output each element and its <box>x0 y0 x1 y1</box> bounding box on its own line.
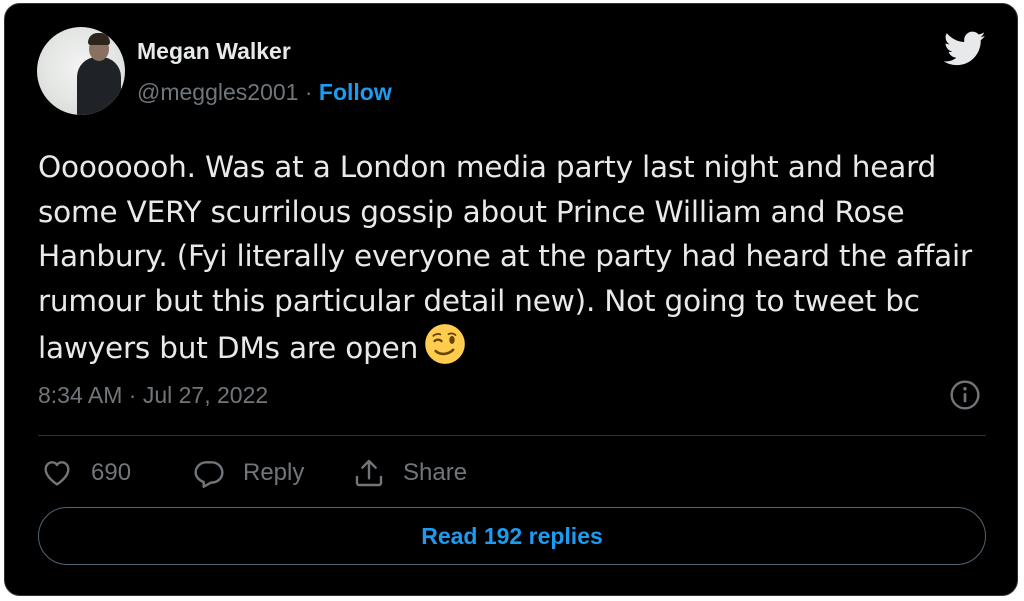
tweet-card: Megan Walker @meggles2001 · Follow Ooooo… <box>4 3 1018 596</box>
meta-separator: · <box>298 79 319 105</box>
speech-bubble-icon <box>194 461 224 488</box>
upload-arrow-icon <box>355 459 383 487</box>
author-handle[interactable]: @meggles2001 <box>137 79 298 105</box>
read-replies-button[interactable]: Read 192 replies <box>38 507 986 565</box>
twitter-bird-icon[interactable] <box>944 31 986 67</box>
divider <box>38 435 986 436</box>
like-button[interactable]: 690 <box>41 455 131 491</box>
avatar[interactable] <box>37 27 125 115</box>
info-icon[interactable] <box>949 379 981 411</box>
like-count: 690 <box>91 459 132 486</box>
author-meta: @meggles2001 · Follow <box>137 78 392 106</box>
reply-label: Reply <box>243 459 305 486</box>
author-name[interactable]: Megan Walker <box>137 36 392 66</box>
tweet-text: Oooooooh. Was at a London media party la… <box>38 145 998 371</box>
tweet-text-content: Oooooooh. Was at a London media party la… <box>38 150 972 365</box>
avatar-figure-hair <box>88 33 110 45</box>
winking-face-icon <box>425 324 465 364</box>
tweet-timestamp[interactable]: 8:34 AM · Jul 27, 2022 <box>38 380 268 410</box>
share-button[interactable]: Share <box>353 455 467 491</box>
reply-button[interactable]: Reply <box>193 455 304 491</box>
avatar-figure-body <box>77 57 121 115</box>
follow-button[interactable]: Follow <box>319 79 392 105</box>
read-replies-label: Read 192 replies <box>421 522 603 549</box>
author-block: Megan Walker @meggles2001 · Follow <box>137 36 392 106</box>
heart-icon <box>44 461 70 486</box>
share-label: Share <box>403 459 468 486</box>
